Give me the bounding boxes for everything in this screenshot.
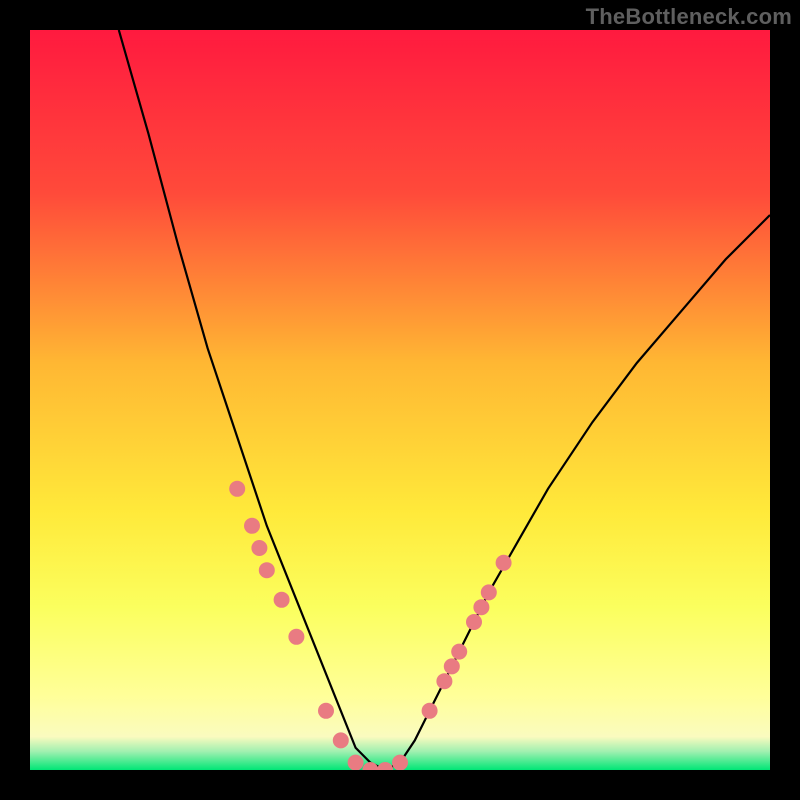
watermark-text: TheBottleneck.com [586,4,792,30]
marker-dot [274,592,290,608]
marker-dot [451,644,467,660]
marker-dot [422,703,438,719]
marker-dot [318,703,334,719]
marker-dot [348,755,364,770]
bottleneck-chart [30,30,770,770]
marker-dot [481,584,497,600]
marker-dot [436,673,452,689]
marker-dot [392,755,408,770]
marker-dot [229,481,245,497]
marker-dot [244,518,260,534]
marker-dot [444,658,460,674]
marker-dot [333,732,349,748]
chart-background [30,30,770,770]
marker-dot [466,614,482,630]
stage: TheBottleneck.com [0,0,800,800]
marker-dot [251,540,267,556]
marker-dot [496,555,512,571]
plot-area [30,30,770,770]
marker-dot [473,599,489,615]
marker-dot [288,629,304,645]
marker-dot [259,562,275,578]
